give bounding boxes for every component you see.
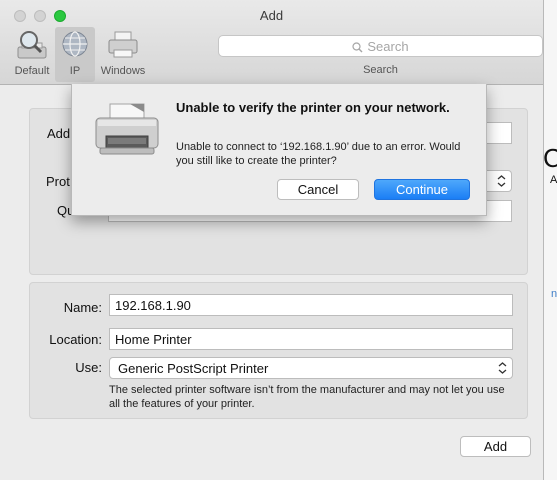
address-label: Add [47, 126, 71, 141]
chevron-updown-icon [497, 175, 506, 187]
globe-icon [62, 31, 88, 57]
protocol-label: Prot [46, 174, 70, 189]
background-text: A [550, 174, 557, 186]
tab-default[interactable]: Default [10, 27, 54, 82]
add-printer-window: Add Default IP Windows Search Search Add… [0, 0, 544, 480]
driver-warning-note: The selected printer software isn’t from… [109, 384, 505, 410]
toolbar: Add Default IP Windows Search Search [0, 0, 543, 85]
location-label: Location: [49, 332, 102, 347]
continue-button[interactable]: Continue [374, 179, 470, 200]
add-button[interactable]: Add [460, 436, 531, 457]
tab-ip-label: IP [69, 65, 81, 77]
search-placeholder: Search [367, 39, 409, 54]
name-label: Name: [63, 300, 102, 315]
magnifier-printer-icon [17, 31, 47, 59]
alert-sheet: Unable to verify the printer on your net… [71, 84, 487, 216]
use-select-value: Generic PostScript Printer [118, 361, 269, 376]
alert-message: Unable to connect to ‘192.168.1.90’ due … [176, 141, 461, 167]
search-label: Search [363, 64, 398, 76]
tab-ip[interactable]: IP [55, 27, 95, 82]
chevron-updown-icon [498, 362, 507, 374]
printer-icon [95, 103, 159, 155]
search-placeholder-row: Search [219, 39, 542, 54]
use-select[interactable]: Generic PostScript Printer [109, 357, 513, 379]
tab-windows[interactable]: Windows [97, 27, 149, 82]
cancel-button[interactable]: Cancel [277, 179, 359, 200]
tab-default-label: Default [14, 65, 50, 77]
name-field[interactable]: 192.168.1.90 [109, 294, 513, 316]
use-label: Use: [75, 360, 102, 375]
search-icon [352, 42, 363, 53]
window-title: Add [259, 8, 284, 23]
background-text: C [543, 143, 557, 173]
tab-windows-label: Windows [100, 65, 146, 77]
printer-details-panel: Name: 192.168.1.90 Location: Home Printe… [29, 282, 528, 419]
background-text: n [551, 288, 557, 300]
alert-heading: Unable to verify the printer on your net… [176, 100, 450, 115]
search-field[interactable]: Search [218, 35, 543, 57]
printer-icon [108, 31, 138, 58]
background-window: C A n [543, 0, 557, 480]
location-field[interactable]: Home Printer [109, 328, 513, 350]
